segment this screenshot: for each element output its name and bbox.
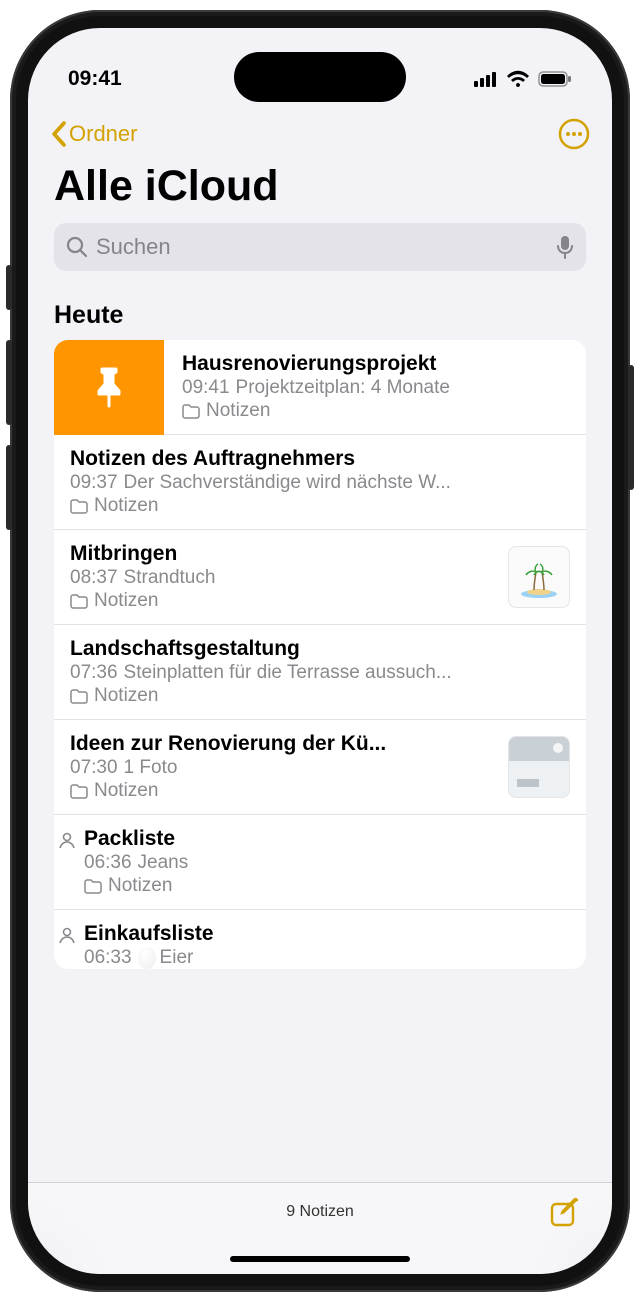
note-folder-label: Notizen: [108, 875, 172, 897]
note-title: Hausrenovierungsprojekt: [182, 352, 570, 376]
egg-icon: [138, 947, 156, 969]
note-time: 09:41: [182, 377, 230, 398]
pin-icon: [91, 367, 127, 409]
nav-bar: Ordner: [28, 108, 612, 158]
note-preview: Projektzeitplan: 4 Monate: [236, 377, 450, 398]
note-folder-label: Notizen: [94, 685, 158, 707]
note-row[interactable]: Packliste 06:36 Jeans Notizen: [54, 815, 586, 910]
note-row[interactable]: Hausrenovierungsprojekt 09:41 Projektzeit…: [54, 340, 586, 435]
folder-icon: [70, 689, 88, 704]
note-row[interactable]: Mitbringen 08:37 Strandtuch Notizen: [54, 530, 586, 625]
bottom-toolbar: 9 Notizen: [28, 1182, 612, 1274]
note-title: Packliste: [84, 827, 570, 851]
note-row[interactable]: Notizen des Auftragnehmers 09:37 Der Sach…: [54, 435, 586, 530]
pin-swipe-action[interactable]: [54, 340, 164, 435]
note-time: 07:30: [70, 757, 118, 778]
search-placeholder: Suchen: [96, 234, 548, 260]
note-title: Einkaufsliste: [84, 922, 570, 946]
note-preview: 1 Foto: [124, 757, 178, 778]
chevron-left-icon: [50, 121, 67, 147]
note-thumbnail: [508, 736, 570, 798]
search-input[interactable]: Suchen: [54, 223, 586, 271]
note-time: 06:36: [84, 852, 132, 873]
folder-icon: [70, 784, 88, 799]
note-time: 06:33: [84, 947, 132, 968]
cellular-icon: [474, 71, 498, 87]
note-time: 09:37: [70, 472, 118, 493]
back-button[interactable]: Ordner: [50, 121, 137, 147]
notes-list: Hausrenovierungsprojekt 09:41 Projektzeit…: [54, 340, 586, 969]
note-preview: Strandtuch: [124, 567, 216, 588]
note-row[interactable]: Ideen zur Renovierung der Kü... 07:30 1 F…: [54, 720, 586, 815]
note-folder-label: Notizen: [94, 495, 158, 517]
folder-icon: [70, 499, 88, 514]
section-header-today: Heute: [28, 275, 612, 340]
folder-icon: [182, 404, 200, 419]
compose-button[interactable]: [548, 1197, 580, 1229]
battery-icon: [538, 71, 572, 87]
home-indicator[interactable]: [230, 1256, 410, 1262]
status-time: 09:41: [68, 67, 122, 91]
search-icon: [66, 236, 88, 258]
note-thumbnail: [508, 546, 570, 608]
more-button[interactable]: [558, 118, 590, 150]
note-folder-label: Notizen: [94, 590, 158, 612]
page-title: Alle iCloud: [28, 158, 612, 223]
note-preview: Jeans: [138, 852, 189, 873]
mic-icon[interactable]: [556, 235, 574, 259]
shared-icon: [56, 922, 78, 945]
folder-icon: [70, 594, 88, 609]
note-folder-label: Notizen: [94, 780, 158, 802]
note-folder-label: Notizen: [206, 400, 270, 422]
shared-icon: [56, 827, 78, 850]
wifi-icon: [506, 70, 530, 88]
note-title: Ideen zur Renovierung der Kü...: [70, 732, 496, 756]
note-title: Notizen des Auftragnehmers: [70, 447, 570, 471]
note-time: 07:36: [70, 662, 118, 683]
note-preview: Steinplatten für die Terrasse aussuch...: [124, 662, 452, 683]
note-preview: Der Sachverständige wird nächste W...: [124, 472, 451, 493]
back-label: Ordner: [69, 121, 137, 147]
note-row[interactable]: Einkaufsliste 06:33 Eier: [54, 910, 586, 969]
notes-count: 9 Notizen: [286, 1203, 354, 1221]
note-row[interactable]: Landschaftsgestaltung 07:36 Steinplatten …: [54, 625, 586, 720]
dynamic-island: [234, 52, 406, 102]
note-time: 08:37: [70, 567, 118, 588]
folder-icon: [84, 879, 102, 894]
note-title: Landschaftsgestaltung: [70, 637, 570, 661]
note-title: Mitbringen: [70, 542, 496, 566]
note-preview: Eier: [160, 947, 194, 968]
